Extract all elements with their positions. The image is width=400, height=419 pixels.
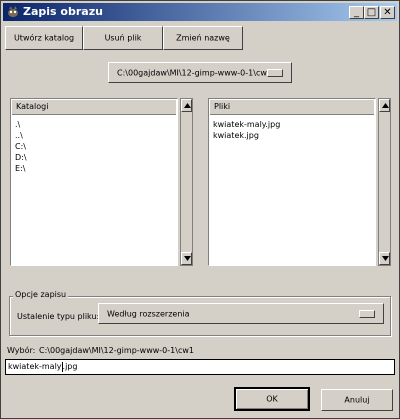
cancel-button[interactable]: Anuluj: [321, 389, 393, 411]
directories-scrollbar[interactable]: [180, 98, 193, 266]
directories-items: .\ ..\ C:\ D:\ E:\: [15, 119, 27, 174]
minimize-button[interactable]: _: [349, 6, 364, 19]
title-bar: Zapis obrazu _ □ ✕: [3, 3, 397, 21]
selection-path: C:\00gajdaw\MI\12-gimp-www-0-1\cw1: [39, 346, 194, 355]
rename-button[interactable]: Zmień nazwę: [163, 26, 243, 50]
file-type-dropdown[interactable]: Według rozszerzenia: [98, 303, 384, 324]
path-dropdown-value: C:\00gajdaw\MI\12-gimp-www-0-1\cw1: [117, 68, 272, 77]
arrow-up-icon: [382, 103, 389, 108]
save-options-legend: Opcje zapisu: [13, 290, 69, 299]
arrow-up-icon: [184, 103, 191, 108]
filename-input[interactable]: kwiatek-maly.jpg: [5, 359, 395, 375]
files-scrollbar[interactable]: [378, 98, 391, 266]
filename-text-before-caret: kwiatek-maly: [8, 362, 62, 371]
cancel-label: Anuluj: [344, 395, 370, 405]
scroll-up-button[interactable]: [181, 99, 192, 112]
dropdown-indicator-icon: [359, 309, 375, 318]
arrow-down-icon: [184, 256, 191, 261]
scroll-up-button[interactable]: [379, 99, 390, 112]
file-type-label: Ustalenie typu pliku:: [17, 312, 100, 321]
filename-text-after-caret: .jpg: [62, 362, 78, 371]
create-directory-label: Utwórz katalog: [13, 33, 75, 43]
maximize-icon: □: [366, 7, 377, 18]
scroll-down-button[interactable]: [379, 252, 390, 265]
file-item[interactable]: kwiatek.jpg: [213, 130, 280, 141]
directory-item[interactable]: ..\: [15, 130, 27, 141]
delete-file-button[interactable]: Usuń plik: [83, 26, 163, 50]
ok-button[interactable]: OK: [234, 387, 310, 411]
delete-file-label: Usuń plik: [104, 33, 142, 43]
create-directory-button[interactable]: Utwórz katalog: [5, 26, 83, 50]
save-image-dialog: Zapis obrazu _ □ ✕ Utwórz katalog Usuń p…: [0, 0, 400, 419]
window-title: Zapis obrazu: [23, 5, 103, 18]
directory-item[interactable]: D:\: [15, 152, 27, 163]
files-list[interactable]: Pliki kwiatek-maly.jpg kwiatek.jpg: [208, 98, 376, 266]
close-button[interactable]: ✕: [380, 6, 395, 19]
path-dropdown[interactable]: C:\00gajdaw\MI\12-gimp-www-0-1\cw1: [108, 62, 292, 83]
scroll-down-button[interactable]: [181, 252, 192, 265]
dropdown-indicator-icon: [267, 68, 283, 77]
directories-header: Katalogi: [12, 100, 176, 115]
gimp-app-icon: [8, 6, 18, 17]
ok-label: OK: [266, 394, 278, 404]
minimize-icon: _: [354, 7, 359, 18]
file-type-value: Według rozszerzenia: [107, 309, 190, 318]
directory-item[interactable]: C:\: [15, 141, 27, 152]
file-item[interactable]: kwiatek-maly.jpg: [213, 119, 280, 130]
rename-label: Zmień nazwę: [176, 33, 230, 43]
directory-item[interactable]: E:\: [15, 163, 27, 174]
directory-item[interactable]: .\: [15, 119, 27, 130]
selection-label: Wybór:: [7, 346, 36, 355]
directories-list[interactable]: Katalogi .\ ..\ C:\ D:\ E:\: [10, 98, 178, 266]
files-items: kwiatek-maly.jpg kwiatek.jpg: [213, 119, 280, 141]
maximize-button[interactable]: □: [364, 6, 379, 19]
close-icon: ✕: [383, 7, 392, 18]
files-header: Pliki: [210, 100, 374, 115]
arrow-down-icon: [382, 256, 389, 261]
